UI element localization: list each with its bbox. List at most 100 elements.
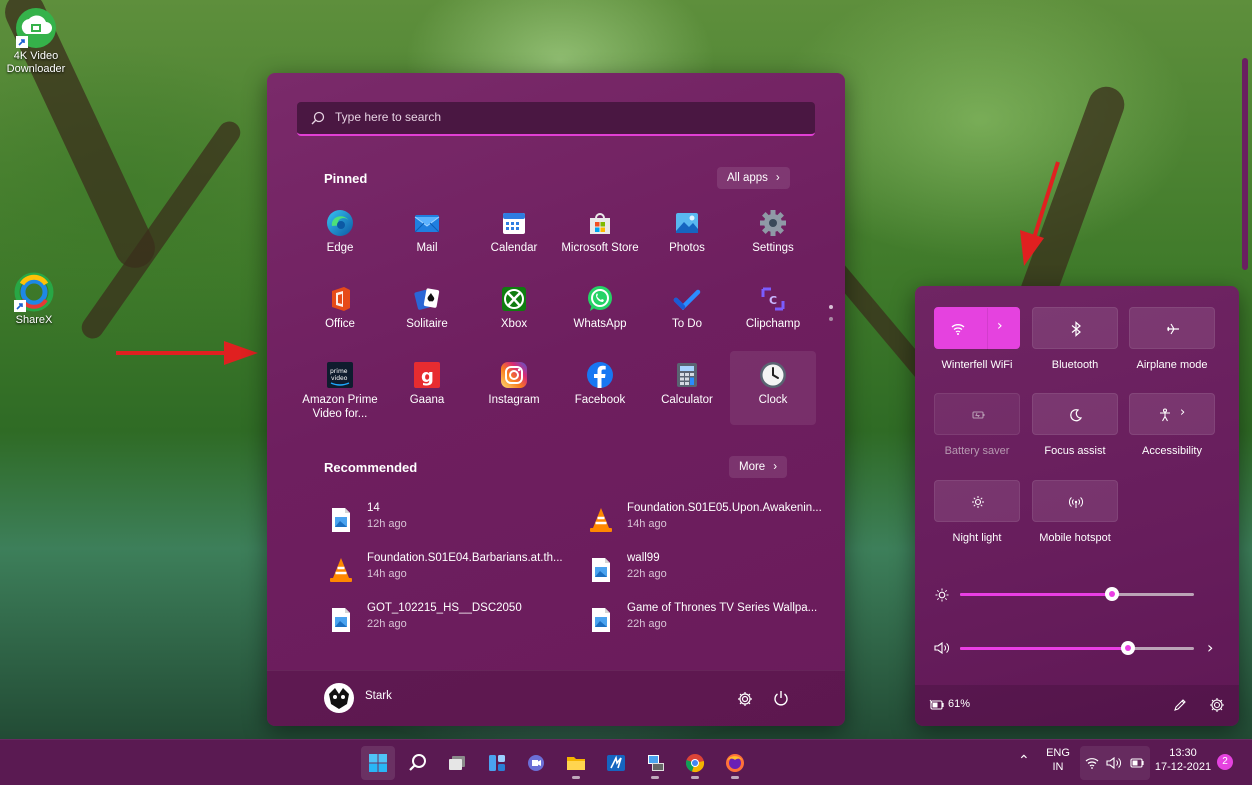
start-search-box[interactable]: Type here to search — [297, 102, 815, 136]
tile-label: Winterfell WiFi — [941, 359, 1013, 371]
volume-speaker-icon — [934, 641, 949, 655]
more-label: More — [739, 461, 766, 473]
pinned-app-xbox[interactable]: Xbox — [471, 279, 557, 353]
pinned-page-dot[interactable] — [829, 317, 833, 321]
tile-label: Accessibility — [1142, 445, 1202, 457]
accessibility-tile[interactable]: › — [1129, 393, 1215, 435]
accessibility-icon — [1160, 408, 1170, 422]
audio-output-chevron-icon[interactable]: › — [1207, 638, 1213, 657]
volume-slider-thumb[interactable] — [1121, 641, 1136, 655]
battery-saver-tile[interactable] — [934, 393, 1020, 435]
teams-chat-icon — [528, 755, 544, 771]
edit-pencil-icon[interactable] — [1173, 698, 1187, 712]
airplane-mode-tile[interactable] — [1129, 307, 1215, 349]
all-apps-label: All apps — [727, 172, 768, 184]
edge-scroll-indicator — [1242, 58, 1248, 270]
recommended-item[interactable]: Game of Thrones TV Series Wallpa... 22h … — [587, 600, 827, 640]
clock-tray-button[interactable]: 13:30 17-12-2021 — [1150, 746, 1216, 774]
annotation-arrow-down — [1020, 161, 1060, 266]
app-label-line: Amazon Prime — [302, 394, 378, 406]
mobile-hotspot-tile[interactable] — [1032, 480, 1118, 522]
widgets-icon — [489, 755, 505, 771]
recommended-item[interactable]: GOT_102215_HS__DSC2050 22h ago — [327, 600, 567, 640]
quick-settings-tray-button[interactable] — [1080, 746, 1150, 780]
focus-assist-tile[interactable] — [1032, 393, 1118, 435]
taskbar-network-tool-button[interactable] — [638, 746, 672, 780]
todo-check-icon — [673, 289, 701, 311]
svg-text:prime: prime — [330, 368, 348, 375]
app-label: Edge — [326, 242, 354, 254]
app-label: Photos — [669, 242, 705, 254]
volume-slider[interactable] — [960, 641, 1194, 655]
recommended-time: 22h ago — [627, 618, 667, 630]
taskbar-chat-button[interactable] — [519, 746, 553, 780]
night-light-tile[interactable] — [934, 480, 1020, 522]
chevron-right-icon: › — [773, 461, 778, 473]
pinned-app-gaana[interactable]: g Gaana — [384, 355, 470, 429]
language-indicator[interactable]: ENG IN — [1042, 746, 1074, 774]
desktop-icon-4k-video-downloader[interactable]: 4K Video Downloader — [0, 8, 72, 76]
chrome-icon — [685, 754, 705, 773]
taskbar-autodesk-button[interactable] — [599, 746, 633, 780]
notification-badge[interactable]: 2 — [1217, 754, 1233, 770]
taskbar-task-view-button[interactable] — [440, 746, 474, 780]
wifi-expand-chevron-icon[interactable]: › — [997, 318, 1003, 334]
pinned-app-amazon-prime-video[interactable]: prime video Amazon Prime Video for... — [297, 355, 383, 433]
recommended-name: GOT_102215_HS__DSC2050 — [367, 602, 522, 614]
start-icon — [369, 754, 387, 772]
pinned-app-photos[interactable]: Photos — [644, 203, 730, 277]
more-button[interactable]: More › — [729, 456, 788, 478]
clipchamp-icon: C — [761, 287, 785, 311]
power-icon[interactable] — [773, 690, 789, 706]
pinned-page-dot[interactable] — [829, 305, 833, 309]
taskbar-search-button[interactable] — [401, 746, 435, 780]
svg-text:C: C — [769, 294, 777, 307]
pinned-app-instagram[interactable]: Instagram — [471, 355, 557, 429]
app-label-line: Video for... — [312, 408, 368, 420]
recommended-item[interactable]: Foundation.S01E05.Upon.Awakenin... 14h a… — [587, 500, 827, 540]
task-view-icon — [449, 756, 465, 770]
mail-icon — [414, 215, 440, 233]
recommended-item[interactable]: wall99 22h ago — [587, 550, 827, 590]
taskbar-firefox-button[interactable] — [718, 746, 752, 780]
taskbar-chrome-button[interactable] — [678, 746, 712, 780]
pinned-app-whatsapp[interactable]: WhatsApp — [557, 279, 643, 353]
pinned-app-clock[interactable]: Clock — [730, 351, 816, 425]
taskbar-file-explorer-button[interactable] — [559, 746, 593, 780]
image-file-icon — [332, 508, 350, 532]
pinned-app-edge[interactable]: Edge — [297, 203, 383, 277]
settings-gear-icon[interactable] — [1209, 697, 1225, 713]
wifi-toggle-tile[interactable]: › — [934, 307, 1020, 350]
store-icon — [590, 213, 610, 234]
bluetooth-toggle-tile[interactable] — [1032, 307, 1118, 349]
all-apps-button[interactable]: All apps › — [717, 167, 790, 189]
pinned-app-office[interactable]: Office — [297, 279, 383, 353]
app-label: Facebook — [574, 394, 626, 406]
pinned-app-clipchamp[interactable]: C Clipchamp — [730, 279, 816, 353]
recommended-item[interactable]: 14 12h ago — [327, 500, 567, 540]
brightness-slider-thumb[interactable] — [1105, 587, 1120, 601]
app-label: Xbox — [500, 318, 528, 330]
brightness-slider[interactable] — [960, 587, 1194, 601]
taskbar-widgets-button[interactable] — [480, 746, 514, 780]
desktop-icon-label: 4K Video — [13, 50, 59, 62]
show-hidden-icons-chevron-icon[interactable]: ⌃ — [1018, 752, 1030, 769]
app-label: Calculator — [661, 394, 713, 406]
pinned-app-facebook[interactable]: Facebook — [557, 355, 643, 429]
pinned-app-calculator[interactable]: Calculator — [644, 355, 730, 429]
start-menu: Type here to search Pinned All apps › Edg… — [267, 73, 845, 726]
pinned-app-mail[interactable]: Mail — [384, 203, 470, 277]
sharex-icon — [14, 272, 54, 312]
settings-gear-icon[interactable] — [737, 691, 753, 707]
taskbar-start-button[interactable] — [361, 746, 395, 780]
tile-label: Bluetooth — [1051, 359, 1099, 371]
recommended-item[interactable]: Foundation.S01E04.Barbarians.at.th... 14… — [327, 550, 567, 590]
pinned-app-solitaire[interactable]: Solitaire — [384, 279, 470, 353]
pinned-app-to-do[interactable]: To Do — [644, 279, 730, 353]
desktop-icon-sharex[interactable]: ShareX — [0, 272, 70, 327]
pinned-app-microsoft-store[interactable]: Microsoft Store — [557, 203, 643, 277]
pinned-app-settings[interactable]: Settings — [730, 203, 816, 277]
battery-saver-icon — [972, 411, 985, 419]
image-file-icon — [592, 608, 610, 632]
pinned-app-calendar[interactable]: Calendar — [471, 203, 557, 277]
